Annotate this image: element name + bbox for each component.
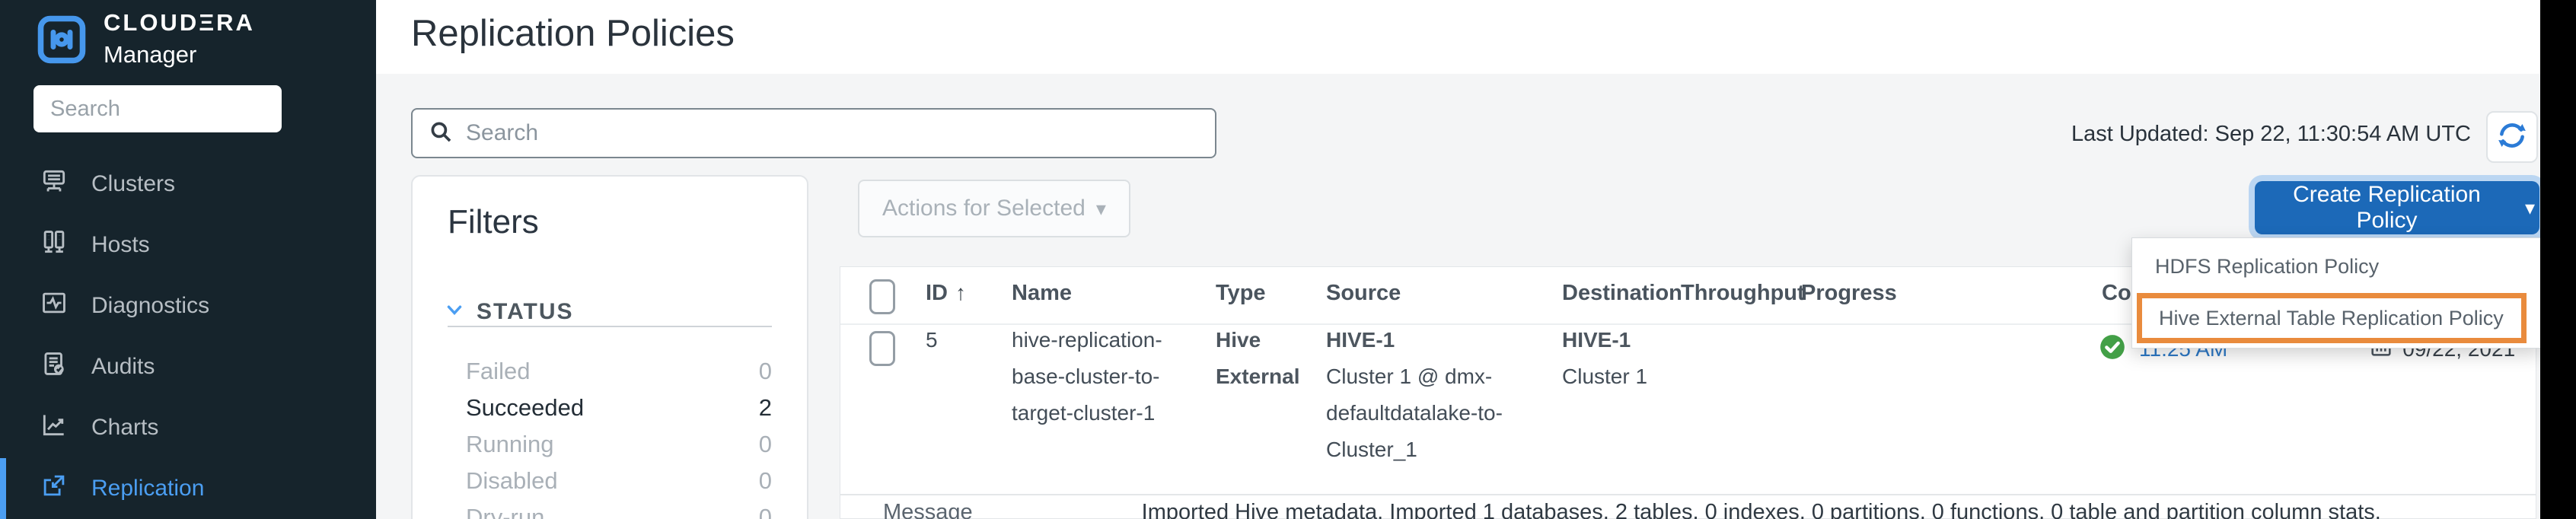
create-policy-dropdown-menu: HDFS Replication Policy Hive External Ta…	[2131, 237, 2541, 349]
row-checkbox[interactable]	[869, 331, 895, 366]
annotation-highlight-box: Hive External Table Replication Policy	[2137, 293, 2527, 343]
diagnostics-icon	[40, 288, 69, 323]
column-header-progress[interactable]: Progress	[1801, 281, 1897, 306]
column-header-name[interactable]: Name	[1012, 281, 1072, 306]
screen: Replication Policies CLOUDΞRA Manager	[0, 0, 2576, 519]
cloudera-logo-icon	[37, 14, 87, 68]
caret-down-icon: ▾	[1096, 199, 1106, 218]
menu-item-hdfs-replication-policy[interactable]: HDFS Replication Policy	[2132, 238, 2540, 279]
message-text: Imported Hive metadata. Imported 1 datab…	[1142, 500, 2381, 519]
filters-title: Filters	[448, 203, 539, 241]
search-icon	[428, 119, 454, 148]
sidebar-item-label: Charts	[91, 415, 158, 441]
sidebar-item-hosts[interactable]: Hosts	[0, 215, 376, 275]
filter-count: 0	[759, 431, 772, 461]
clusters-icon	[40, 167, 69, 202]
divider	[448, 326, 772, 327]
actions-for-selected-button[interactable]: Actions for Selected ▾	[858, 180, 1130, 237]
audits-icon	[40, 349, 69, 384]
cell-destination: HIVE-1 Cluster 1	[1562, 322, 1647, 395]
sidebar-item-label: Hosts	[91, 232, 150, 258]
sidebar-nav: Clusters Hosts	[0, 154, 376, 519]
charts-icon	[40, 410, 69, 445]
success-check-icon	[2098, 333, 2127, 365]
filter-count: 2	[759, 394, 772, 425]
filter-label: Disabled	[466, 467, 558, 498]
cell-source: HIVE-1 Cluster 1 @ dmx- defaultdatalake-…	[1326, 322, 1503, 468]
brand-name: CLOUDΞRA	[104, 9, 255, 36]
policies-search-input[interactable]	[464, 119, 1200, 147]
filter-row-failed[interactable]: Failed 0	[466, 358, 772, 388]
select-all-checkbox[interactable]	[869, 279, 895, 314]
sidebar-item-label: Audits	[91, 354, 155, 380]
active-indicator	[0, 458, 6, 519]
filter-label: Running	[466, 431, 553, 461]
filter-section-label: STATUS	[477, 299, 574, 325]
column-header-id[interactable]: ID↑	[926, 281, 966, 306]
refresh-button[interactable]	[2486, 111, 2538, 163]
screen-edge-black-strip	[2540, 0, 2576, 519]
column-header-type[interactable]: Type	[1216, 281, 1266, 306]
chevron-down-icon	[443, 298, 466, 325]
filter-count: 0	[759, 504, 772, 519]
caret-down-icon: ▾	[2525, 198, 2535, 218]
filter-count: 0	[759, 467, 772, 498]
filter-row-succeeded[interactable]: Succeeded 2	[466, 394, 772, 425]
message-row: Message Imported Hive metadata. Imported…	[883, 500, 2381, 519]
sidebar-item-label: Replication	[91, 476, 204, 501]
column-header-completed-truncated[interactable]: Co	[2102, 281, 2131, 306]
sidebar-item-diagnostics[interactable]: Diagnostics	[0, 275, 376, 336]
sidebar-search-input[interactable]	[33, 85, 282, 132]
filter-row-running[interactable]: Running 0	[466, 431, 772, 461]
cell-id: 5	[926, 322, 938, 358]
sort-ascending-icon: ↑	[955, 281, 966, 304]
policies-search-box	[411, 108, 1216, 158]
divider	[840, 494, 2536, 495]
column-header-source[interactable]: Source	[1326, 281, 1401, 306]
sidebar-item-label: Diagnostics	[91, 293, 209, 319]
filter-count: 0	[759, 358, 772, 388]
cell-name[interactable]: hive-replication- base-cluster-to- targe…	[1012, 322, 1162, 431]
hosts-icon	[40, 228, 69, 263]
filter-label: Dry-run	[466, 504, 544, 519]
filter-section-status[interactable]: STATUS	[443, 298, 574, 325]
refresh-icon	[2496, 119, 2528, 155]
brand-subname: Manager	[104, 41, 196, 68]
menu-item-hive-external-table-replication-policy[interactable]: Hive External Table Replication Policy	[2159, 307, 2504, 330]
sidebar-item-clusters[interactable]: Clusters	[0, 154, 376, 215]
replication-icon	[40, 471, 69, 506]
cell-type: Hive External	[1216, 322, 1300, 395]
page-title: Replication Policies	[411, 12, 735, 55]
sidebar-item-audits[interactable]: Audits	[0, 336, 376, 397]
message-label: Message	[883, 500, 973, 519]
cloudera-manager-logo[interactable]: CLOUDΞRA Manager	[37, 9, 255, 73]
sidebar-item-charts[interactable]: Charts	[0, 397, 376, 458]
filters-panel: Filters STATUS Failed 0 Succeeded 2 Runn…	[411, 175, 808, 519]
column-header-destination[interactable]: Destination	[1562, 281, 1682, 306]
filter-label: Failed	[466, 358, 530, 388]
column-header-throughput[interactable]: Throughput	[1681, 281, 1805, 306]
sidebar: CLOUDΞRA Manager Clusters	[0, 0, 376, 519]
filter-row-disabled[interactable]: Disabled 0	[466, 467, 772, 498]
last-updated-text: Last Updated: Sep 22, 11:30:54 AM UTC	[1934, 122, 2471, 147]
filter-label: Succeeded	[466, 394, 584, 425]
sidebar-item-label: Clusters	[91, 171, 175, 197]
create-replication-policy-button[interactable]: Create Replication Policy ▾	[2255, 181, 2539, 234]
sidebar-item-replication[interactable]: Replication	[0, 458, 376, 519]
filter-row-dry-run[interactable]: Dry-run 0	[466, 504, 772, 519]
